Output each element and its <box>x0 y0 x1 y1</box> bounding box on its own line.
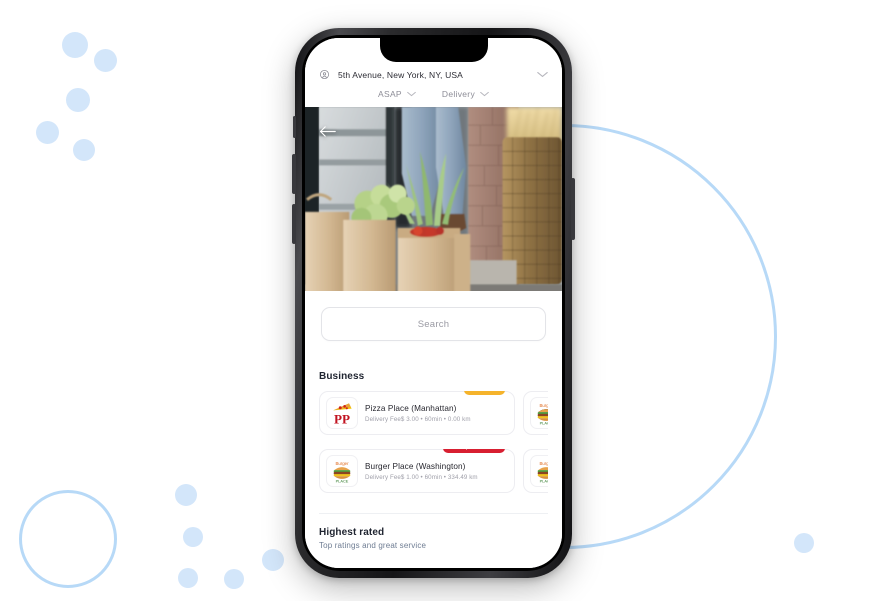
search-input[interactable]: Search <box>321 307 546 341</box>
deco-dot <box>262 549 284 571</box>
deco-ring <box>19 490 117 588</box>
deco-dot <box>175 484 197 506</box>
merchant-card-burger-place[interactable]: NEW | POPULAR Burger PLACE <box>319 449 515 493</box>
phone-volume-up-button[interactable] <box>292 154 296 194</box>
merchant-card-pizza-place[interactable]: Franchise PP <box>319 391 515 435</box>
merchant-info: Pizza Place (Manhattan) Delivery Fee$ 3.… <box>365 404 471 423</box>
filter-row: ASAP Delivery <box>305 80 562 107</box>
section-business-title: Business <box>319 371 365 382</box>
svg-text:Burger: Burger <box>335 461 349 466</box>
phone-power-button[interactable] <box>571 178 575 240</box>
deco-dot <box>66 88 90 112</box>
burger-place-logo-icon: Burger PLACE <box>532 399 548 427</box>
filter-asap[interactable]: ASAP <box>378 89 416 99</box>
merchant-card-next-2[interactable]: Burger PLACE B D <box>523 449 548 493</box>
svg-text:Burger: Burger <box>539 461 548 466</box>
phone-silence-switch[interactable] <box>293 116 296 138</box>
deco-dot <box>62 32 88 58</box>
burger-place-logo: Burger PLACE <box>530 397 548 429</box>
chevron-down-icon <box>537 71 548 78</box>
business-rail-row-2[interactable]: NEW | POPULAR Burger PLACE <box>319 449 548 493</box>
phone-mockup: 5th Avenue, New York, NY, USA ASAP Deliv… <box>292 28 575 578</box>
pizza-place-logo: PP <box>326 397 358 429</box>
hero-photo-illustration <box>305 107 562 291</box>
section-business: Business Franchise <box>305 371 562 514</box>
deco-dot <box>36 121 59 144</box>
filter-asap-label: ASAP <box>378 89 402 99</box>
deco-dot <box>224 569 244 589</box>
burger-place-logo: Burger PLACE <box>326 455 358 487</box>
svg-text:PLACE: PLACE <box>336 478 349 483</box>
address-text: 5th Avenue, New York, NY, USA <box>338 69 464 80</box>
merchant-card-next-1[interactable]: Burger PLACE B <box>523 391 548 435</box>
phone-notch <box>379 38 488 62</box>
svg-text:PLACE: PLACE <box>540 420 548 425</box>
svg-text:Burger: Burger <box>539 403 548 408</box>
merchant-meta: Delivery Fee$ 1.00 • 60min • 334.49 km <box>365 473 478 481</box>
address-selector[interactable]: 5th Avenue, New York, NY, USA <box>305 64 562 80</box>
search-section: Search <box>305 291 562 341</box>
deco-dot <box>183 527 203 547</box>
search-placeholder: Search <box>417 318 450 330</box>
burger-place-logo-icon: Burger PLACE <box>532 457 548 485</box>
merchant-name: Burger Place (Washington) <box>365 461 466 471</box>
pizza-place-logo-icon: PP <box>328 399 356 427</box>
status-badge-franchise: Franchise <box>463 391 505 395</box>
deco-dot <box>73 139 95 161</box>
merchant-info: Burger Place (Washington) Delivery Fee$ … <box>365 462 478 481</box>
section-highest-rated: Highest rated Top ratings and great serv… <box>305 527 562 550</box>
chevron-down-icon <box>407 89 416 99</box>
section-highest-rated-subtitle: Top ratings and great service <box>319 541 427 550</box>
merchant-meta: Delivery Fee$ 3.00 • 60min • 0.00 km <box>365 415 471 423</box>
merchant-name: Pizza Place (Manhattan) <box>365 403 457 413</box>
business-rail-row-1[interactable]: Franchise PP <box>319 391 548 435</box>
filter-delivery-label: Delivery <box>441 89 475 99</box>
location-pin-icon <box>319 69 330 80</box>
svg-text:PLACE: PLACE <box>540 478 548 483</box>
hero-image <box>305 107 562 291</box>
status-badge-new-popular: NEW | POPULAR <box>442 449 505 453</box>
app-content: Search Business Franchise <box>305 291 562 568</box>
section-highest-rated-title: Highest rated <box>319 527 385 538</box>
burger-place-logo-icon: Burger PLACE <box>328 457 356 485</box>
section-business-header: Business <box>319 371 548 382</box>
back-arrow-icon[interactable] <box>319 125 336 138</box>
section-divider <box>319 513 548 514</box>
burger-place-logo: Burger PLACE <box>530 455 548 487</box>
phone-screen: 5th Avenue, New York, NY, USA ASAP Deliv… <box>305 38 562 568</box>
deco-dot <box>94 49 117 72</box>
deco-dot <box>178 568 198 588</box>
deco-dot <box>794 533 814 553</box>
chevron-down-icon <box>480 89 489 99</box>
phone-volume-down-button[interactable] <box>292 204 296 244</box>
svg-text:PP: PP <box>334 412 350 427</box>
filter-delivery[interactable]: Delivery <box>442 89 489 99</box>
